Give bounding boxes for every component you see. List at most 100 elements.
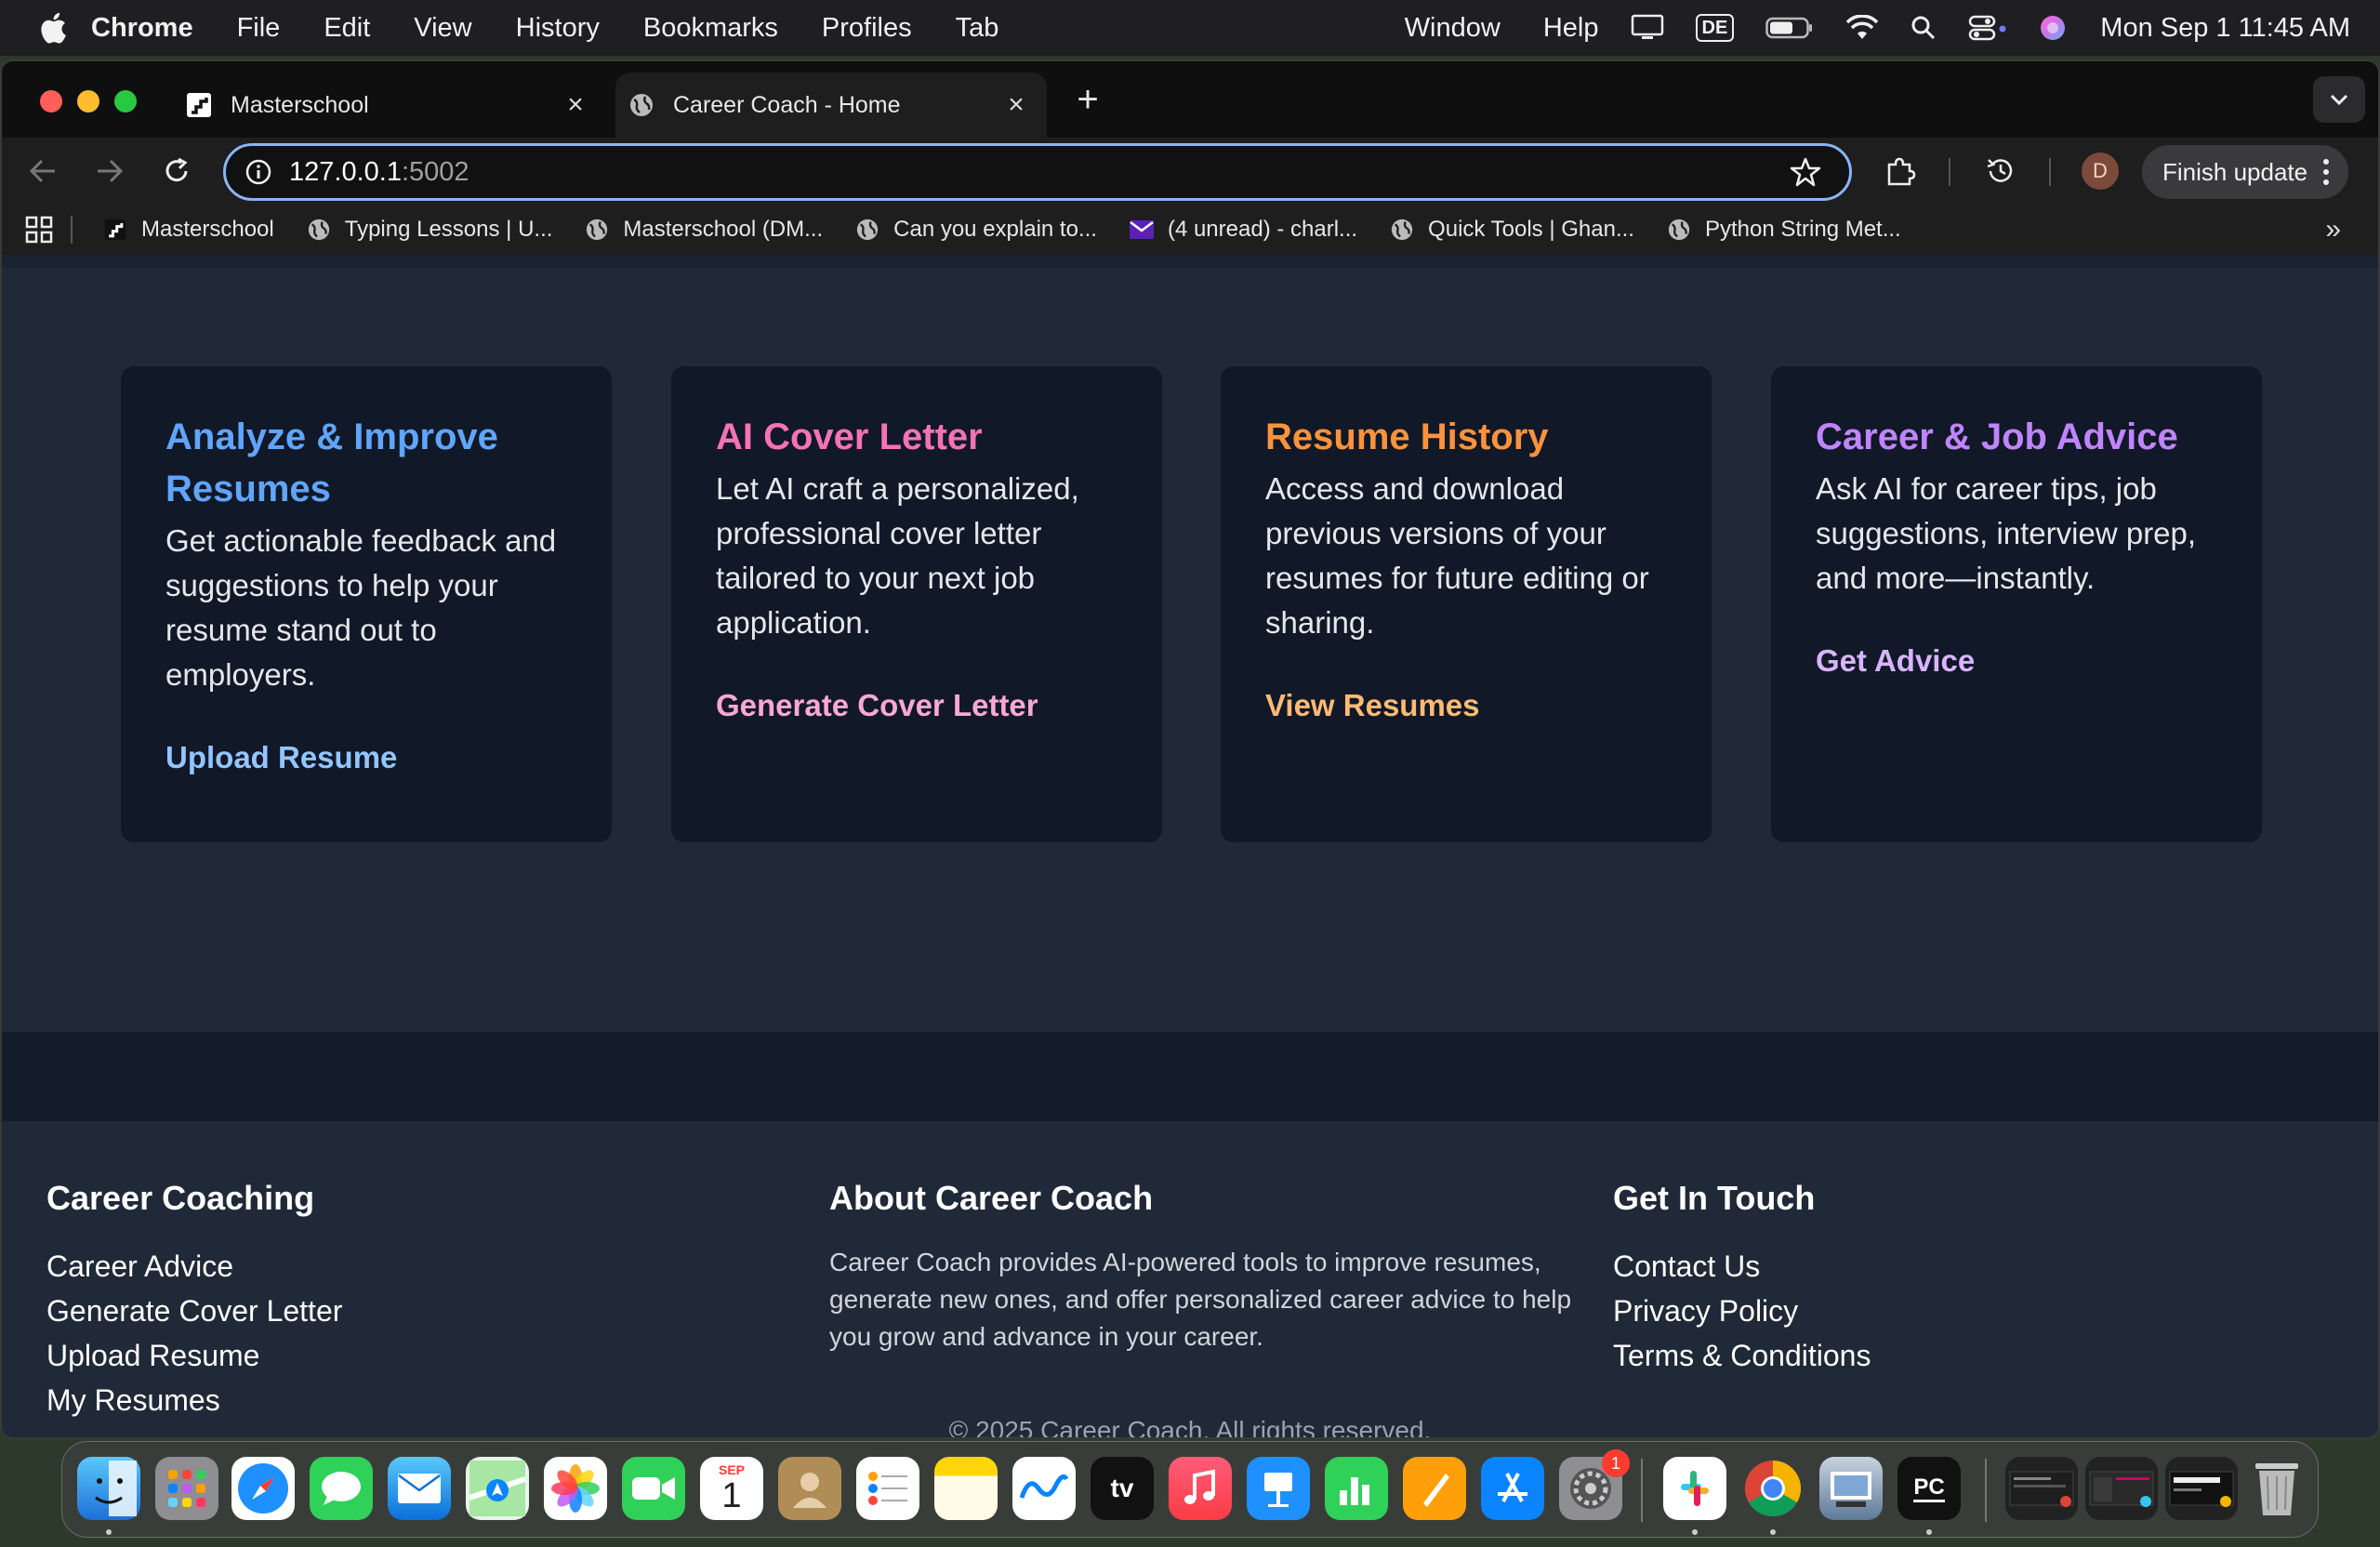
reload-icon[interactable] [158, 152, 195, 190]
footer-link-my-resumes[interactable]: My Resumes [46, 1378, 342, 1422]
bookmark-item[interactable]: (4 unread) - charl... [1129, 217, 1357, 243]
more-bookmarks-chevron-icon[interactable]: » [2325, 214, 2341, 245]
calendar-icon[interactable]: SEP 1 [700, 1457, 763, 1520]
upload-resume-link[interactable]: Upload Resume [165, 740, 397, 775]
minimized-window-thumbnail[interactable] [2085, 1457, 2158, 1520]
window-zoom-button[interactable] [114, 90, 137, 112]
forward-arrow-icon[interactable] [91, 152, 128, 190]
menu-file[interactable]: File [237, 13, 281, 44]
view-resumes-link[interactable]: View Resumes [1265, 688, 1480, 723]
google-chrome-icon[interactable] [1741, 1457, 1805, 1520]
numbers-icon[interactable] [1325, 1457, 1388, 1520]
extensions-puzzle-icon[interactable] [1882, 152, 1919, 190]
messages-icon[interactable] [310, 1457, 373, 1520]
photos-icon[interactable] [544, 1457, 607, 1520]
site-info-icon[interactable] [245, 158, 272, 186]
menu-view[interactable]: View [414, 13, 471, 44]
footer-link-privacy-policy[interactable]: Privacy Policy [1613, 1289, 1871, 1333]
apps-grid-icon[interactable] [24, 215, 54, 245]
minimized-window-thumbnail[interactable] [2165, 1457, 2238, 1520]
features-section: Analyze & Improve Resumes Get actionable… [2, 268, 2378, 1041]
footer-link-terms[interactable]: Terms & Conditions [1613, 1333, 1871, 1378]
menu-help[interactable]: Help [1543, 13, 1599, 44]
profile-avatar[interactable]: D [2082, 152, 2119, 190]
bookmark-item[interactable]: Masterschool (DM... [584, 217, 823, 243]
contacts-icon[interactable] [778, 1457, 841, 1520]
url-text[interactable]: 127.0.0.1:5002 [289, 157, 1790, 188]
tab-career-coach[interactable]: Career Coach - Home × [615, 73, 1047, 138]
footer-link-contact-us[interactable]: Contact Us [1613, 1244, 1871, 1289]
bookmark-item[interactable]: Quick Tools | Ghan... [1389, 217, 1634, 243]
control-center-icon[interactable] [1968, 15, 2007, 41]
more-vertical-icon[interactable] [2322, 158, 2330, 186]
finish-update-button[interactable]: Finish update [2142, 145, 2348, 199]
launchpad-icon[interactable] [155, 1457, 218, 1520]
battery-icon[interactable] [1765, 16, 1814, 40]
window-minimize-button[interactable] [77, 90, 99, 112]
keyboard-input-source[interactable]: DE [1695, 14, 1735, 42]
menu-window[interactable]: Window [1405, 13, 1501, 44]
slack-icon[interactable] [1663, 1457, 1726, 1520]
new-tab-plus-icon[interactable]: + [1069, 81, 1106, 119]
window-close-button[interactable] [40, 90, 62, 112]
menu-edit[interactable]: Edit [324, 13, 370, 44]
notes-icon[interactable] [934, 1457, 998, 1520]
footer-column-contact: Get In Touch Contact Us Privacy Policy T… [1613, 1179, 1871, 1378]
apple-tv-label: tv [1110, 1474, 1134, 1502]
masterschool-icon [102, 217, 128, 243]
macos-menu-bar: Chrome File Edit View History Bookmarks … [0, 0, 2380, 56]
pages-icon[interactable] [1403, 1457, 1466, 1520]
history-clock-icon[interactable] [1982, 152, 2019, 190]
wifi-icon[interactable] [1845, 15, 1879, 41]
app-store-icon[interactable] [1481, 1457, 1544, 1520]
footer-link-career-advice[interactable]: Career Advice [46, 1244, 342, 1289]
menu-profiles[interactable]: Profiles [822, 13, 912, 44]
bookmark-item[interactable]: Masterschool [102, 217, 274, 243]
facetime-icon[interactable] [622, 1457, 685, 1520]
footer-heading: Get In Touch [1613, 1179, 1816, 1217]
footer-column-about: About Career Coach Career Coach provides… [829, 1179, 1573, 1355]
bookmark-item[interactable]: Can you explain to... [854, 217, 1097, 243]
display-icon[interactable] [1631, 14, 1664, 42]
bookmark-item[interactable]: Python String Met... [1666, 217, 1901, 243]
minimized-window-thumbnail[interactable] [2005, 1457, 2078, 1520]
mail-app-icon[interactable] [388, 1457, 451, 1520]
globe-icon [1666, 217, 1692, 243]
finder-icon[interactable] [77, 1457, 140, 1520]
menu-history[interactable]: History [516, 13, 600, 44]
section-divider-band [2, 1032, 2378, 1121]
siri-icon[interactable] [2039, 14, 2067, 42]
spotlight-search-icon[interactable] [1911, 15, 1937, 41]
card-description: Let AI craft a personalized, professiona… [716, 471, 1079, 640]
copyright-clip: © 2025 Career Coach. All rights reserved… [2, 1417, 2378, 1437]
menubar-clock[interactable]: Mon Sep 1 11:45 AM [2100, 13, 2350, 44]
preview-icon[interactable] [1819, 1457, 1883, 1520]
back-arrow-icon[interactable] [24, 152, 61, 190]
freeform-icon[interactable] [1012, 1457, 1076, 1520]
trash-icon[interactable] [2245, 1457, 2308, 1520]
maps-icon[interactable] [466, 1457, 529, 1520]
menu-bookmarks[interactable]: Bookmarks [643, 13, 778, 44]
apple-logo-icon[interactable] [39, 12, 67, 44]
menu-app-chrome[interactable]: Chrome [91, 13, 193, 44]
reminders-icon[interactable] [856, 1457, 919, 1520]
toolbar-divider [2049, 158, 2051, 186]
tab-search-chevron-icon[interactable] [2313, 76, 2365, 123]
bookmark-star-icon[interactable] [1790, 156, 1821, 188]
safari-icon[interactable] [231, 1457, 295, 1520]
pycharm-icon[interactable]: PC [1897, 1457, 1961, 1520]
footer-link-generate-cover-letter[interactable]: Generate Cover Letter [46, 1289, 342, 1333]
bookmark-item[interactable]: Typing Lessons | U... [306, 217, 552, 243]
menu-tab[interactable]: Tab [956, 13, 999, 44]
keynote-icon[interactable] [1247, 1457, 1310, 1520]
bookmark-label: Can you explain to... [893, 217, 1097, 242]
tab-close-icon[interactable]: × [1002, 89, 1030, 120]
tab-masterschool[interactable]: Masterschool × [178, 73, 606, 138]
apple-tv-icon[interactable]: tv [1091, 1457, 1154, 1520]
footer-link-upload-resume[interactable]: Upload Resume [46, 1333, 342, 1378]
generate-cover-letter-link[interactable]: Generate Cover Letter [716, 688, 1038, 723]
address-bar[interactable]: 127.0.0.1:5002 [223, 143, 1852, 201]
tab-close-icon[interactable]: × [562, 89, 589, 120]
get-advice-link[interactable]: Get Advice [1816, 643, 1975, 679]
music-icon[interactable] [1169, 1457, 1232, 1520]
